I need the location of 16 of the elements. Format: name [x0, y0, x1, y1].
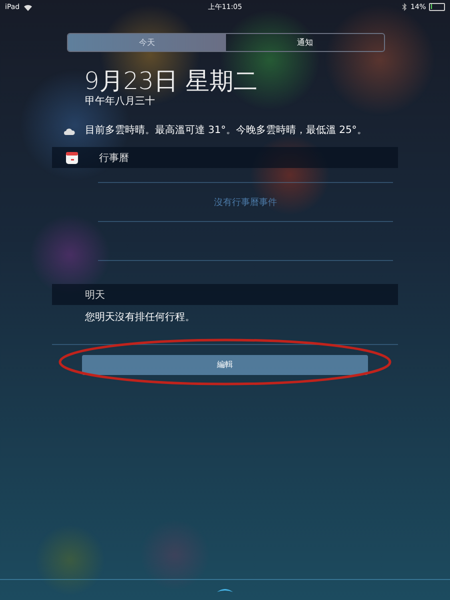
cloud-icon [64, 128, 75, 134]
date-heading: 9月23日 星期二 [84, 67, 258, 95]
section-title: 行事曆 [99, 152, 129, 164]
weather-summary: 目前多雲時晴。最高溫可達 31°。今晚多雲時晴，最低溫 25°。 [85, 125, 367, 137]
lunar-date: 甲午年八月三十 [85, 96, 156, 108]
empty-calendar-text: 沒有行事曆事件 [213, 196, 278, 210]
battery-icon [429, 2, 445, 10]
edit-button[interactable]: 編輯 [82, 354, 368, 374]
tab[interactable]: 今天 [68, 34, 226, 51]
bluetooth-icon [402, 2, 408, 10]
section-title: 明天 [85, 288, 105, 302]
tab[interactable]: 通知 [226, 34, 384, 51]
tomorrow-text: 您明天沒有排任何行程。 [85, 312, 196, 324]
wifi-icon [22, 2, 33, 10]
chevron-up-icon[interactable] [216, 587, 234, 593]
calendar-icon [66, 152, 78, 164]
